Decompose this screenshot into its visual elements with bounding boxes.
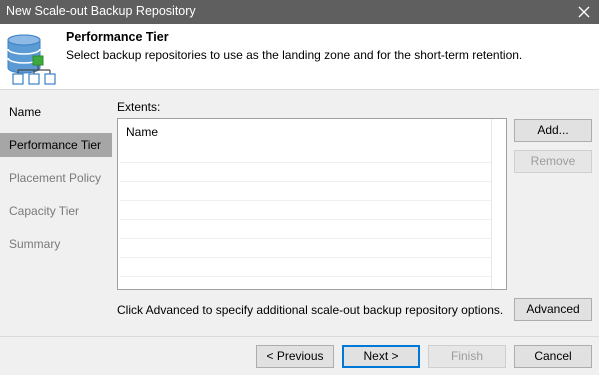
column-header-name[interactable]: Name [126, 125, 158, 139]
step-summary: Summary [9, 237, 61, 251]
backup-repository-icon [4, 34, 60, 86]
remove-button[interactable]: Remove [514, 150, 592, 173]
row-divider [120, 276, 491, 277]
finish-button[interactable]: Finish [428, 345, 506, 368]
row-divider [120, 181, 491, 182]
row-divider [120, 295, 491, 296]
footer-divider [0, 336, 599, 337]
list-divider [491, 119, 492, 289]
step-performance-tier[interactable]: Performance Tier [0, 133, 112, 157]
step-capacity-tier: Capacity Tier [9, 204, 80, 218]
wizard-header: Performance Tier Select backup repositor… [0, 24, 599, 90]
page-title: Performance Tier [66, 30, 169, 44]
cancel-button[interactable]: Cancel [514, 345, 592, 368]
row-divider [120, 219, 491, 220]
window-title: New Scale-out Backup Repository [6, 4, 196, 18]
advanced-hint: Click Advanced to specify additional sca… [117, 303, 504, 317]
title-bar: New Scale-out Backup Repository [0, 0, 599, 24]
row-divider [120, 200, 491, 201]
previous-button[interactable]: < Previous [256, 345, 334, 368]
page-subtitle: Select backup repositories to use as the… [66, 48, 523, 62]
step-placement-policy: Placement Policy [9, 171, 102, 185]
extents-list[interactable]: Name [117, 118, 507, 296]
advanced-button[interactable]: Advanced [514, 298, 592, 321]
step-name[interactable]: Name [0, 100, 112, 124]
add-button[interactable]: Add... [514, 119, 592, 142]
row-divider [120, 162, 491, 163]
close-icon[interactable] [569, 0, 599, 24]
extents-label: Extents: [117, 100, 161, 114]
row-divider [120, 257, 491, 258]
next-button[interactable]: Next > [342, 345, 420, 368]
row-divider [120, 238, 491, 239]
